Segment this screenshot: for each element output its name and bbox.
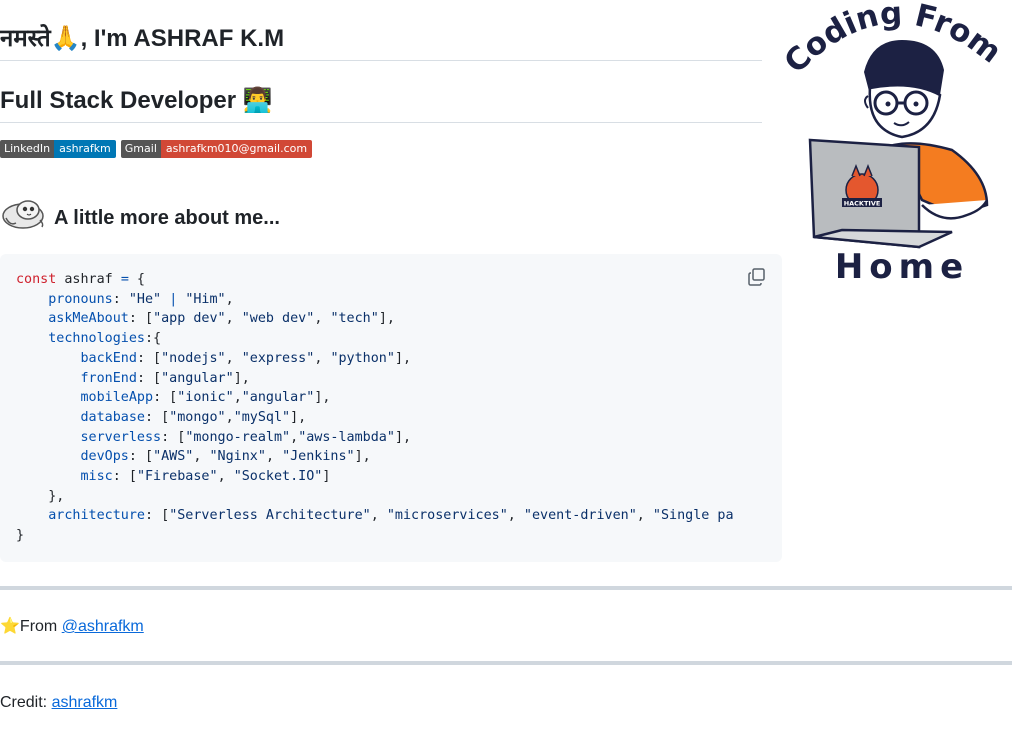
code-line: database: ["mongo","mySql"], (80, 409, 307, 425)
code-line: pronouns: "He" | "Him", (48, 291, 234, 307)
linkedin-badge[interactable]: LinkedIn ashrafkm (0, 140, 116, 158)
greeting-heading: नमस्ते🙏, I'm ASHRAF K.M (0, 0, 762, 61)
badge-row: LinkedIn ashrafkm Gmail ashrafkm010@gmai… (0, 140, 782, 160)
code-line: backEnd: ["nodejs", "express", "python"]… (80, 350, 412, 366)
role-heading: Full Stack Developer 👨‍💻 (0, 61, 762, 123)
from-line: ⭐From @ashrafkm (0, 617, 144, 637)
code-line: const ashraf = { (16, 272, 145, 287)
code-line: mobileApp: ["ionic","angular"], (80, 390, 331, 406)
readme-main: नमस्ते🙏, I'm ASHRAF K.M Full Stack Devel… (0, 0, 782, 232)
coding-from-home-illustration: Coding From HACKTIVE Home (782, 0, 1008, 287)
horizontal-rule (0, 586, 1012, 590)
from-link[interactable]: @ashrafkm (62, 618, 144, 635)
code-line: devOps: ["AWS", "Nginx", "Jenkins"], (80, 449, 371, 465)
code-line: } (16, 528, 25, 544)
copy-icon[interactable] (746, 266, 768, 288)
about-section: A little more about me... (0, 186, 782, 232)
code-line: architecture: ["Serverless Architecture"… (48, 508, 734, 524)
horizontal-rule (0, 661, 1012, 665)
about-heading: A little more about me... (54, 207, 280, 229)
illustration-bottom-text: Home (835, 247, 969, 287)
code-line: technologies:{ (48, 331, 162, 347)
code-line: fronEnd: ["angular"], (80, 370, 250, 386)
code-content: const ashraf = { pronouns: "He" | "Him",… (16, 270, 738, 546)
from-prefix: ⭐From (0, 618, 62, 635)
code-line: misc: ["Firebase", "Socket.IO"] (80, 469, 331, 485)
credit-line: Credit: ashrafkm (0, 693, 117, 713)
badge-key: Gmail (120, 140, 161, 158)
code-line: }, (16, 488, 65, 504)
credit-link[interactable]: ashrafkm (52, 694, 118, 711)
badge-key: LinkedIn (0, 140, 55, 158)
laptop-logo-text: HACKTIVE (844, 200, 881, 208)
badge-value: ashrafkm (54, 140, 116, 158)
code-line: askMeAbout: ["app dev", "web dev", "tech… (48, 311, 395, 327)
octocat-icon (2, 200, 44, 229)
gmail-badge[interactable]: Gmail ashrafkm010@gmail.com (120, 140, 313, 158)
credit-prefix: Credit: (0, 694, 52, 711)
badge-value: ashrafkm010@gmail.com (160, 140, 313, 158)
code-block: const ashraf = { pronouns: "He" | "Him",… (0, 254, 782, 562)
code-line: serverless: ["mongo-realm","aws-lambda"]… (80, 429, 412, 445)
